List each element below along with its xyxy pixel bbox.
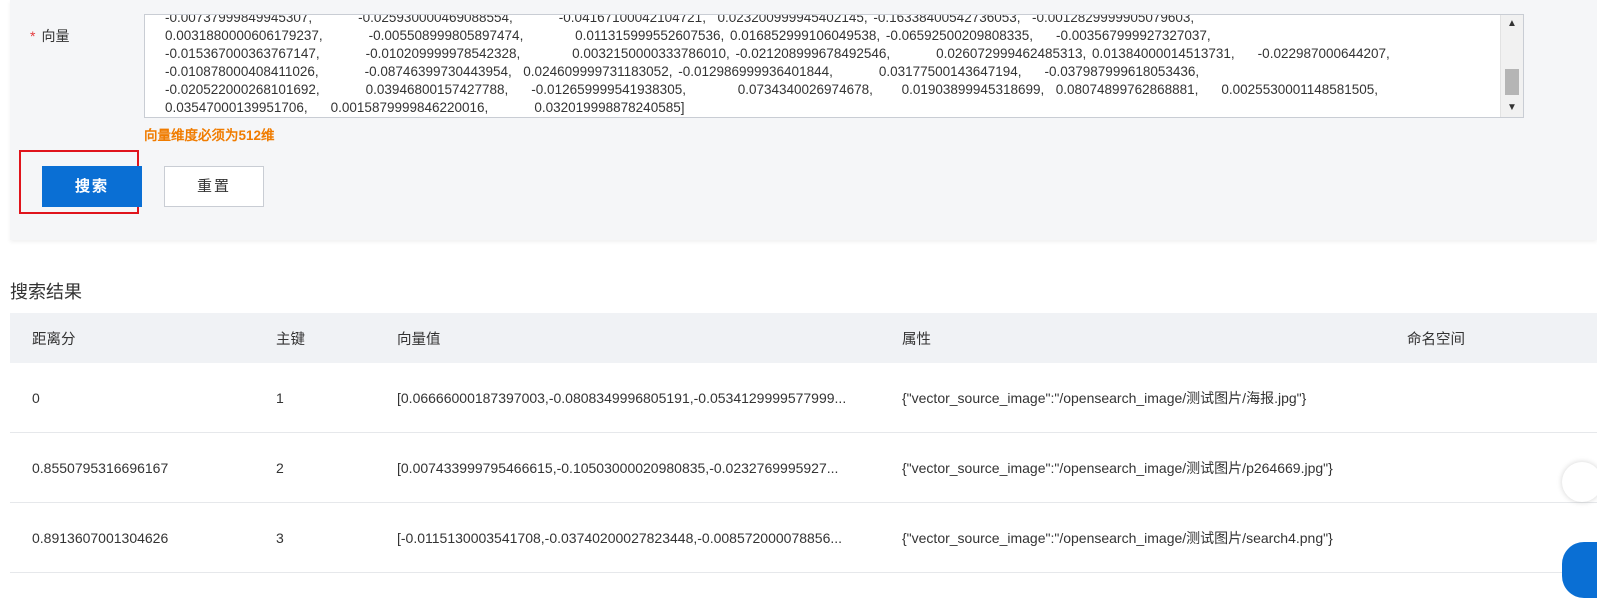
column-header-vector: 向量值 (375, 313, 880, 363)
column-header-score: 距离分 (10, 313, 254, 363)
column-header-attributes: 属性 (880, 313, 1385, 363)
column-header-namespace: 命名空间 (1385, 313, 1597, 363)
vector-label-text: 向量 (41, 28, 70, 44)
cell-key: 3 (254, 502, 375, 573)
scrollbar-thumb[interactable] (1505, 69, 1519, 95)
floating-help-widget[interactable] (1562, 462, 1597, 502)
vector-textarea-scrollbar[interactable]: ▲ ▼ (1500, 15, 1523, 117)
cell-namespace (1385, 363, 1597, 433)
table-row: 0.8913607001304626 3 [-0.011513000354170… (10, 502, 1597, 573)
cell-score: 0.8913607001304626 (10, 502, 254, 573)
cell-attributes: {"vector_source_image":"/opensearch_imag… (880, 502, 1385, 573)
cell-key: 1 (254, 363, 375, 433)
floating-chat-widget[interactable] (1562, 542, 1597, 598)
vector-textarea[interactable]: -0.00737999849945307, -0.025930000469088… (144, 14, 1524, 118)
cell-vector: [-0.0115130003541708,-0.0374020002782344… (375, 502, 880, 573)
required-mark: * (30, 28, 36, 44)
results-table: 距离分 主键 向量值 属性 命名空间 0 1 [0.06666000187397… (10, 313, 1597, 573)
vector-validation-error: 向量维度必须为512维 (144, 128, 275, 143)
table-row: 0 1 [0.06666000187397003,-0.080834999680… (10, 363, 1597, 433)
cell-attributes: {"vector_source_image":"/opensearch_imag… (880, 363, 1385, 433)
scroll-down-arrow-icon[interactable]: ▼ (1501, 99, 1523, 117)
search-button[interactable]: 搜索 (42, 166, 142, 207)
results-header-row: 距离分 主键 向量值 属性 命名空间 (10, 313, 1597, 363)
cell-key: 2 (254, 432, 375, 503)
cell-attributes: {"vector_source_image":"/opensearch_imag… (880, 432, 1385, 503)
cell-vector: [0.007433999795466615,-0.105030000209808… (375, 432, 880, 503)
table-row: 0.8550795316696167 2 [0.0074339997954666… (10, 432, 1597, 503)
vector-textarea-content[interactable]: -0.00737999849945307, -0.025930000469088… (165, 15, 1495, 117)
scroll-up-arrow-icon[interactable]: ▲ (1501, 15, 1523, 33)
vector-label: * 向量 (30, 26, 69, 46)
cell-score: 0 (10, 363, 254, 433)
cell-score: 0.8550795316696167 (10, 432, 254, 503)
cell-vector: [0.06666000187397003,-0.0808349996805191… (375, 363, 880, 433)
reset-button[interactable]: 重置 (164, 166, 264, 207)
results-section-title: 搜索结果 (10, 282, 82, 302)
column-header-key: 主键 (254, 313, 375, 363)
